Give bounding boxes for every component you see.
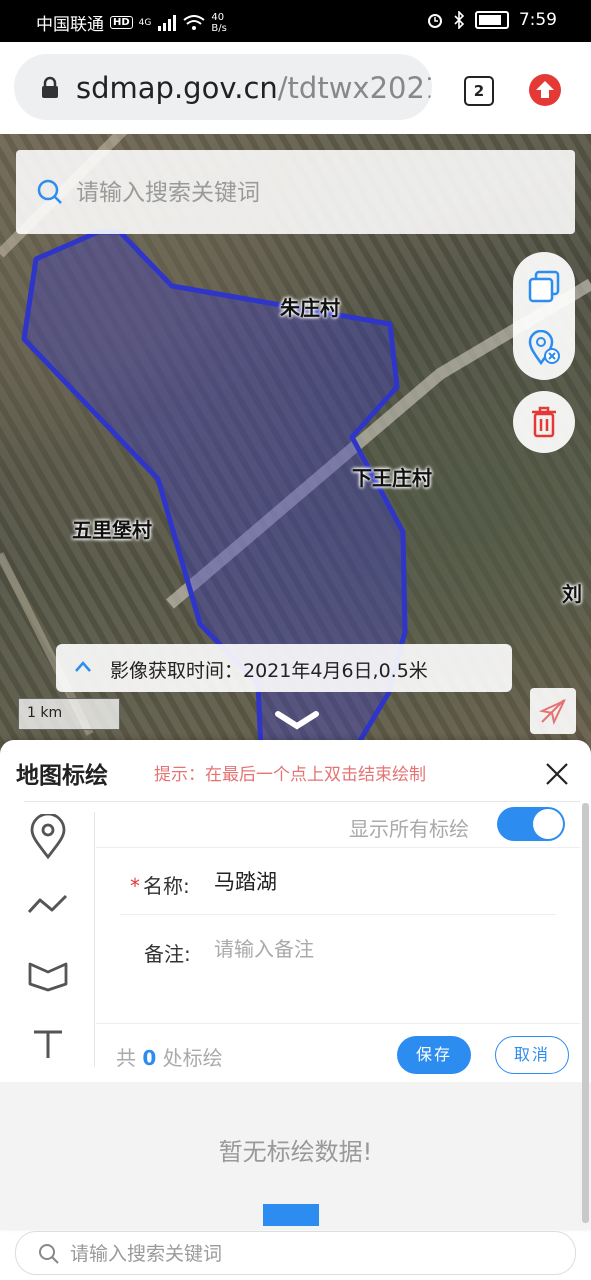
- arrow-up-icon: [536, 81, 554, 98]
- panel-title: 地图标绘: [16, 763, 108, 789]
- search-icon: [37, 179, 62, 204]
- map-search-box: [16, 150, 575, 234]
- divider: [24, 801, 580, 802]
- drawn-polygon[interactable]: [21, 229, 408, 774]
- note-input[interactable]: [212, 936, 546, 962]
- drawing-count: 共 0 处标绘: [116, 1046, 223, 1070]
- browser-toolbar: sdmap.gov.cn/tdtwx2021 2: [0, 42, 591, 134]
- map-pin-icon: [30, 812, 66, 860]
- network-type: 4G: [138, 17, 152, 28]
- empty-state-text: 暂无标绘数据!: [218, 1138, 373, 1166]
- location-toggle-button[interactable]: [530, 688, 576, 734]
- clock: 7:59: [518, 10, 557, 30]
- text-tool[interactable]: [26, 1022, 70, 1066]
- lock-icon: [42, 76, 58, 98]
- bottom-search-box: [15, 1231, 576, 1275]
- wifi-icon: [183, 14, 205, 30]
- layers-button[interactable]: [527, 270, 561, 304]
- map-tool-group: [513, 252, 575, 380]
- name-label: * 名称:: [130, 874, 190, 898]
- show-all-toggle[interactable]: [497, 807, 565, 841]
- drawing-hint: 提示：在最后一个点上双击结束绘制: [154, 765, 426, 785]
- clear-marker-button[interactable]: [527, 329, 561, 366]
- place-label-liu: 刘: [562, 582, 582, 606]
- required-mark: *: [130, 874, 140, 898]
- update-button[interactable]: [529, 74, 561, 106]
- address-bar[interactable]: sdmap.gov.cn/tdtwx2021: [14, 54, 432, 120]
- layers-icon: [528, 270, 560, 303]
- chevron-down-icon: [275, 711, 319, 730]
- line-tool[interactable]: [26, 882, 70, 926]
- url-text: sdmap.gov.cn/tdtwx2021: [76, 71, 432, 105]
- divider: [94, 812, 95, 1067]
- point-tool[interactable]: [26, 812, 70, 860]
- name-input[interactable]: [212, 868, 546, 894]
- location-off-icon: [539, 698, 567, 725]
- text-icon: [34, 1030, 62, 1058]
- battery-icon: [474, 11, 509, 29]
- bottom-search-input[interactable]: [68, 1240, 552, 1268]
- cancel-button[interactable]: 取消: [495, 1036, 569, 1074]
- place-label-zhuzhuang: 朱庄村: [280, 296, 340, 320]
- polygon-icon: [28, 962, 68, 992]
- signal-icon: [158, 14, 177, 31]
- note-label: 备注:: [144, 942, 191, 966]
- show-all-label: 显示所有标绘: [349, 817, 469, 841]
- chevron-up-icon: [75, 661, 91, 672]
- close-icon: [546, 763, 568, 785]
- tab-switcher-button[interactable]: 2: [464, 76, 494, 106]
- divider: [96, 1023, 580, 1024]
- network-speed: 40 B/s: [211, 11, 227, 34]
- bottom-tab-indicator: [263, 1204, 319, 1226]
- status-bar: 中国联通 HD 4G 40 B/s 7:59: [0, 0, 591, 42]
- trash-icon: [532, 406, 556, 438]
- map-scale: 1 km: [18, 698, 120, 730]
- alarm-icon: [427, 14, 442, 28]
- drawing-panel: 地图标绘 提示：在最后一个点上双击结束绘制 显示所有标绘 *名称: 备注: 共 …: [0, 740, 591, 1230]
- delete-button[interactable]: [513, 391, 575, 453]
- bluetooth-icon: [454, 11, 464, 29]
- divider: [120, 914, 556, 915]
- location-clear-icon: [528, 329, 560, 366]
- save-button[interactable]: 保存: [397, 1036, 471, 1074]
- map-search-input[interactable]: [74, 172, 558, 214]
- carrier-label: 中国联通: [36, 15, 104, 35]
- polyline-icon: [27, 894, 68, 914]
- close-panel-button[interactable]: [545, 762, 569, 786]
- hd-badge: HD: [110, 16, 133, 29]
- divider: [96, 847, 580, 848]
- toggle-knob: [533, 809, 563, 839]
- capture-info-bar[interactable]: 影像获取时间：2021年4月6日,0.5米: [56, 644, 512, 692]
- polygon-tool[interactable]: [26, 950, 70, 994]
- search-icon: [39, 1244, 59, 1264]
- place-label-xiawangzhuang: 下王庄村: [352, 466, 432, 490]
- collapse-panel-button[interactable]: [274, 708, 320, 734]
- place-label-wulipu: 五里堡村: [72, 518, 152, 542]
- capture-info-text: 影像获取时间：2021年4月6日,0.5米: [110, 660, 428, 682]
- scrollbar[interactable]: [582, 803, 589, 1223]
